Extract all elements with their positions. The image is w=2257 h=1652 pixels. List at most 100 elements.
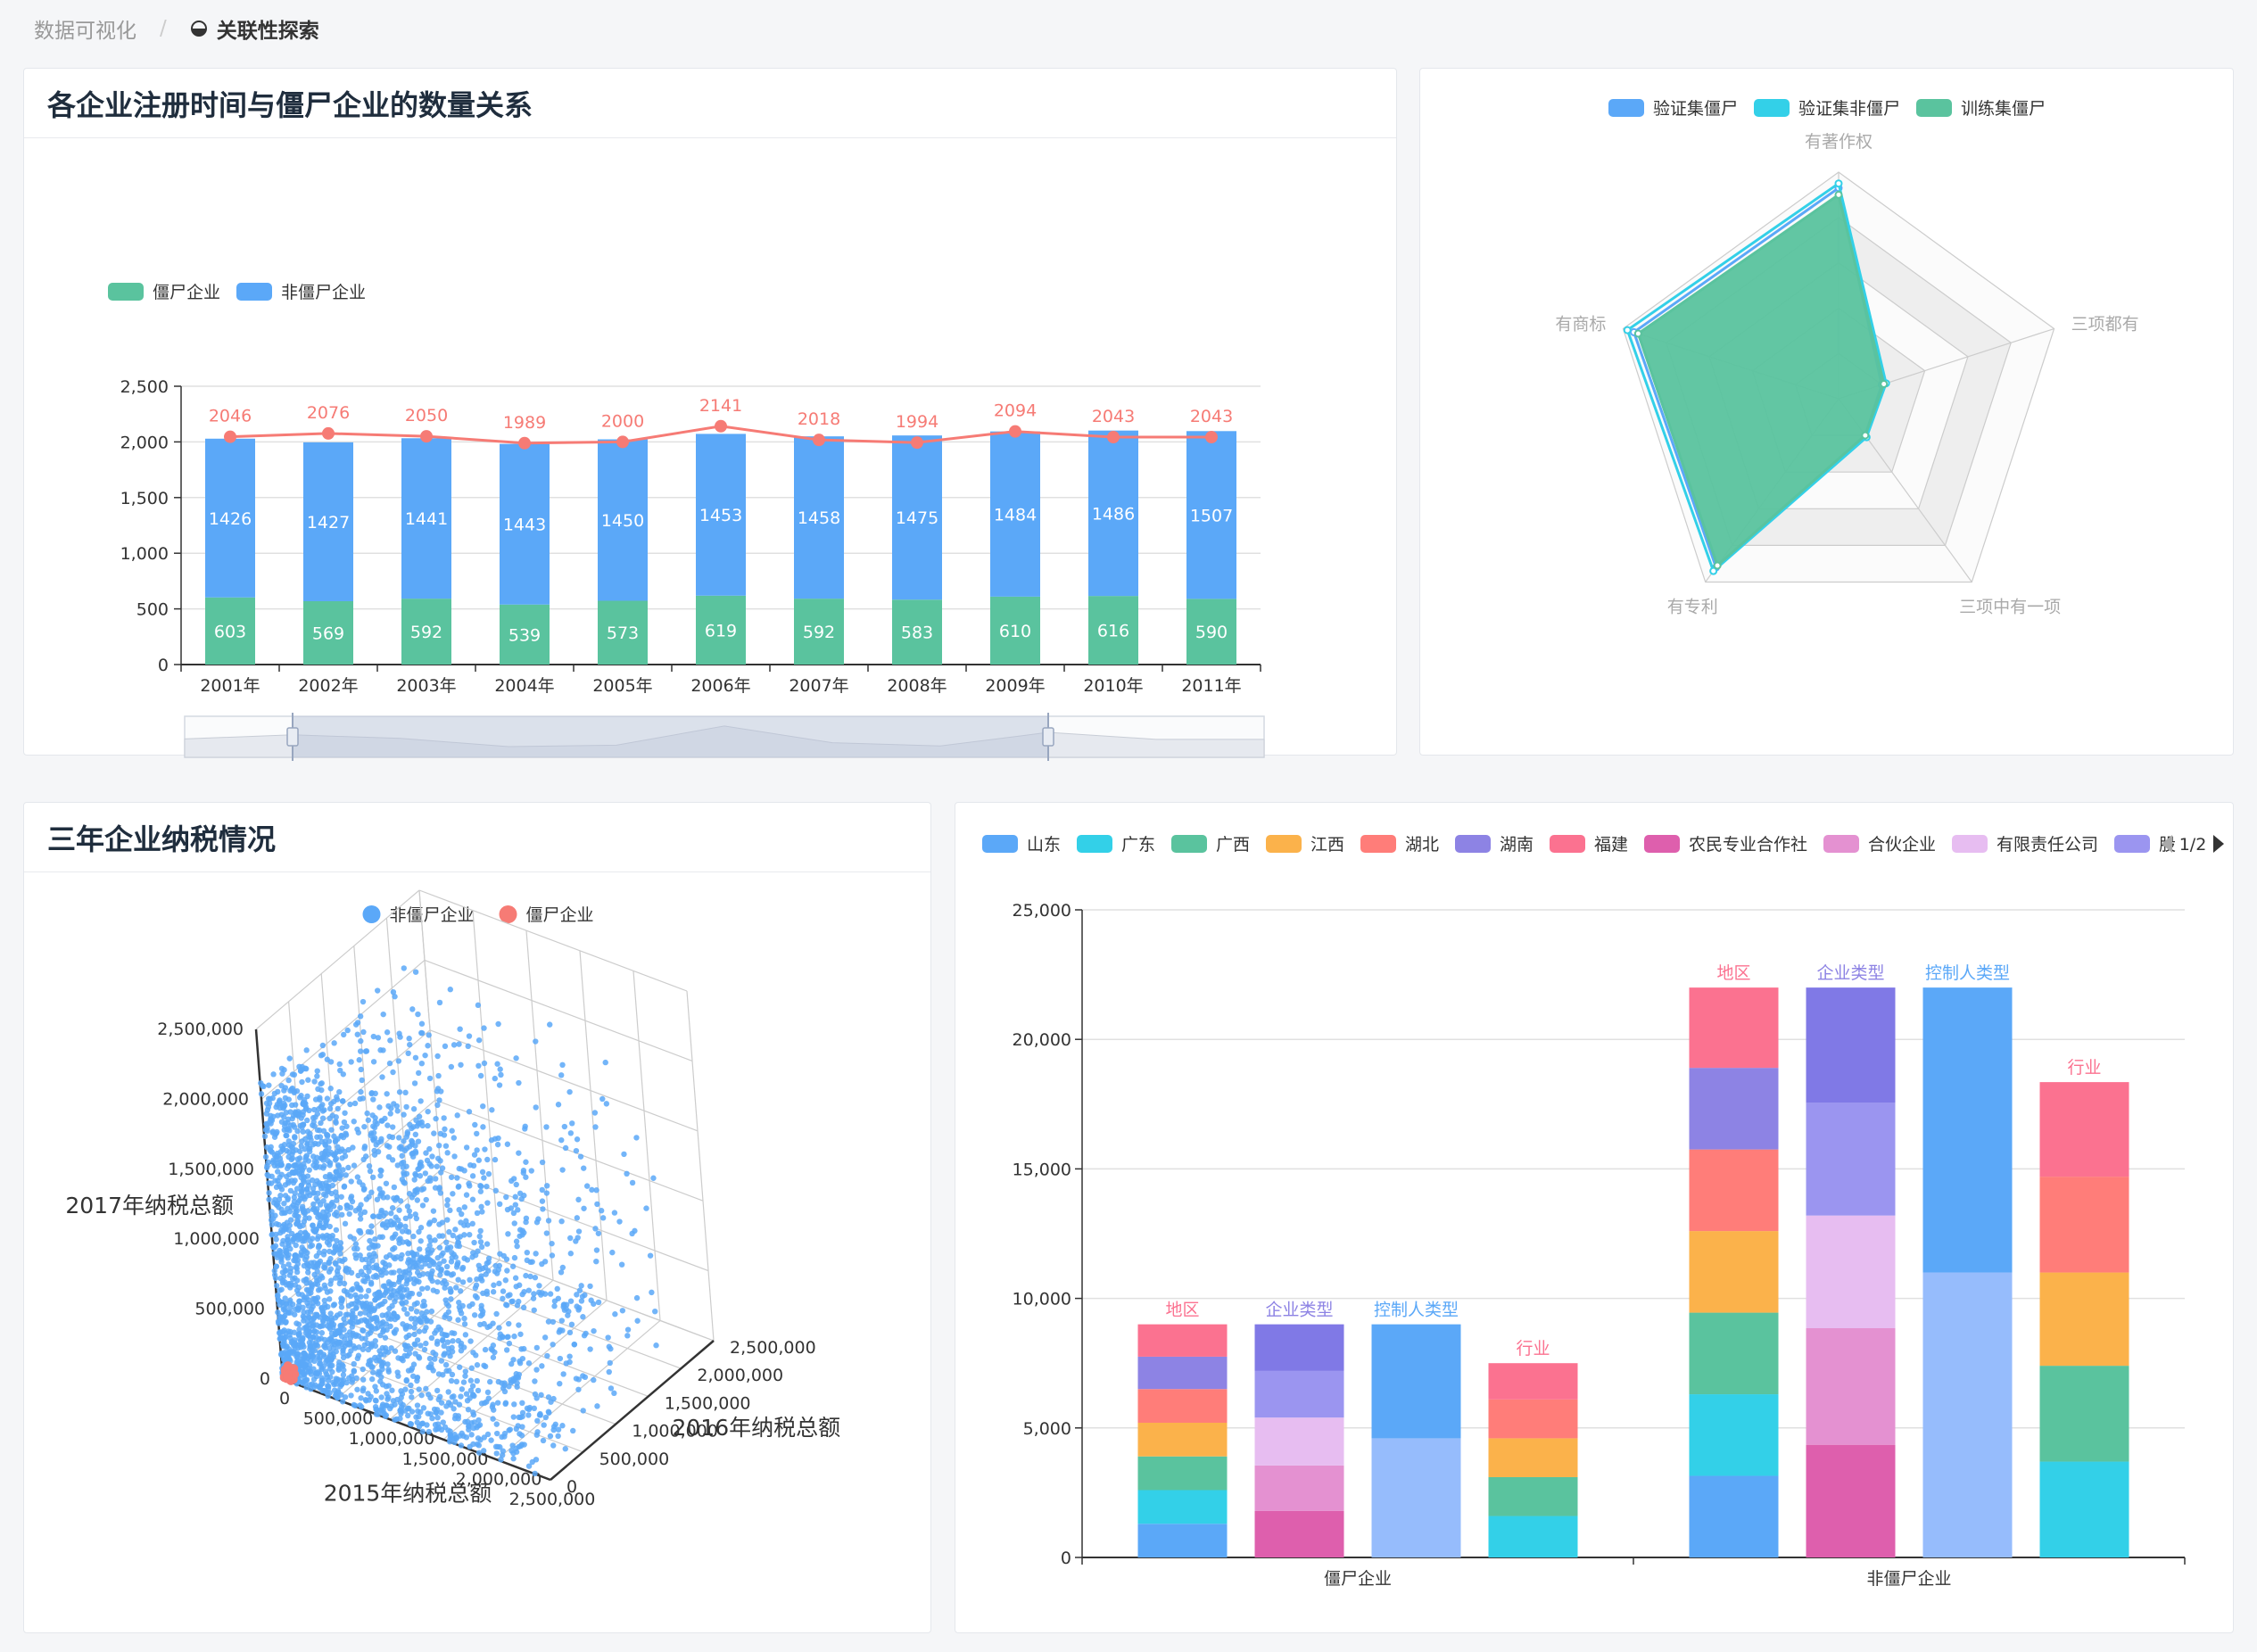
total-point[interactable] [616,435,629,449]
stack-1-0[interactable]: 地区 [1689,963,1779,1557]
stack-segment[interactable] [1922,1272,2013,1557]
stack-segment[interactable] [1689,1394,1779,1476]
radar-point[interactable] [1834,179,1843,188]
stack-segment[interactable] [1689,1068,1779,1150]
total-point[interactable] [1205,431,1218,444]
legend-item-radar-1[interactable]: 验证集非僵尸 [1754,99,1900,119]
stack-0-3[interactable]: 行业 [1488,1339,1578,1557]
stack-segment[interactable] [1922,987,2013,1273]
stack-segment[interactable] [1254,1370,1344,1418]
stack-0-1[interactable]: 企业类型 [1254,1301,1344,1557]
total-point[interactable] [1107,431,1120,444]
stack-segment[interactable] [1371,1438,1461,1557]
legend-item-stacked-5[interactable]: 湖南 [1455,835,1534,855]
legend-item-scatter-1[interactable]: 僵尸企业 [499,905,594,925]
stack-segment[interactable] [1137,1324,1228,1357]
legend-item-stacked-2[interactable]: 广西 [1171,835,1250,855]
stack-segment[interactable] [1371,1324,1461,1439]
legend-item-stacked-7[interactable]: 农民专业合作社 [1644,835,1807,855]
stack-segment[interactable] [1806,1103,1896,1216]
stack-0-2[interactable]: 控制人类型 [1371,1301,1461,1557]
stack-segment[interactable] [1137,1456,1228,1491]
data-zoom-slider[interactable] [184,713,1265,761]
stack-segment[interactable] [1137,1422,1228,1457]
radar-point[interactable] [1861,431,1870,440]
total-point[interactable] [715,419,727,433]
stack-segment[interactable] [1806,987,1896,1103]
legend-item-stacked-4[interactable]: 湖北 [1360,835,1439,855]
breadcrumb-root[interactable]: 数据可视化 [34,13,136,44]
legend-item-radar-2[interactable]: 训练集僵尸 [1916,99,2046,119]
legend-item-stacked-0[interactable]: 山东 [982,835,1061,855]
stack-segment[interactable] [1254,1465,1344,1511]
stack-segment[interactable] [1488,1438,1578,1477]
stack-segment[interactable] [2039,1272,2129,1367]
stack-segment[interactable] [2039,1461,2129,1557]
stack-segment[interactable] [1806,1215,1896,1328]
legend-item-stacked-1[interactable]: 广东 [1077,835,1155,855]
stack-1-3[interactable]: 行业 [2039,1058,2129,1557]
stack-segment[interactable] [1254,1417,1344,1466]
y-tick-label: 15,000 [1013,1160,1071,1179]
legend-item-radar-0[interactable]: 验证集僵尸 [1608,99,1738,119]
radar-point[interactable] [1633,329,1642,338]
scatter-point [289,1071,296,1078]
stack-segment[interactable] [1488,1476,1578,1516]
stack-1-2[interactable]: 控制人类型 [1922,963,2013,1557]
legend-item-scatter-0[interactable]: 非僵尸企业 [362,905,475,925]
total-point[interactable] [911,436,923,450]
stack-segment[interactable] [1689,987,1779,1069]
radar-point[interactable] [1623,326,1632,335]
radar-point[interactable] [1713,561,1722,570]
radar-point[interactable] [1880,380,1889,389]
total-point[interactable] [1009,425,1021,438]
legend-pager[interactable]: 1/2 [2162,835,2224,855]
scatter-point [350,1285,356,1293]
stack-segment[interactable] [1806,1327,1896,1445]
stack-segment[interactable] [2039,1366,2129,1462]
radar-point[interactable] [1834,190,1843,199]
stack-segment[interactable] [1137,1389,1228,1423]
stack-segment[interactable] [1137,1356,1228,1390]
scatter-3d-chart[interactable]: 非僵尸企业 僵尸企业 0 500,000 1,000,000 1,500,000 2,000… [24,872,932,1634]
legend-item-non-zombie[interactable]: 非僵尸企业 [236,283,366,302]
zoom-handle-right[interactable] [1042,727,1054,747]
legend-item-stacked-8[interactable]: 合伙企业 [1823,835,1936,855]
total-point[interactable] [813,434,825,447]
total-point[interactable] [420,430,433,443]
stack-segment[interactable] [1137,1524,1228,1557]
radar-chart[interactable]: 验证集僵尸 验证集非僵尸 训练集僵尸有著作权三项都有三项中有一项 有专利 有商标 [1420,69,2235,756]
stack-segment[interactable] [2039,1177,2129,1273]
stack-segment[interactable] [1689,1312,1779,1395]
stack-segment[interactable] [1488,1516,1578,1557]
scatter-point [558,1317,566,1324]
stack-segment[interactable] [1689,1149,1779,1232]
stack-0-0[interactable]: 地区 [1137,1301,1228,1557]
total-point[interactable] [322,426,335,440]
total-point[interactable] [224,430,236,443]
legend-item-stacked-6[interactable]: 福建 [1550,835,1628,855]
scatter-points-non-zombie[interactable] [258,965,659,1477]
scatter-point [463,1192,470,1198]
stack-segment[interactable] [1689,1475,1779,1557]
stack-segment[interactable] [1137,1490,1228,1524]
legend-item-zombie[interactable]: 僵尸企业 [108,283,220,302]
scatter-point [524,1405,531,1412]
zoom-handle-left[interactable] [286,727,299,747]
stack-segment[interactable] [2039,1082,2129,1177]
stack-segment[interactable] [1806,1444,1896,1557]
legend-next-icon[interactable] [2213,835,2224,853]
total-point[interactable] [518,436,531,450]
bar-chart[interactable]: 僵尸企业 非僵尸企业 0 500 1,000 1,500 2,000 2,500 603 1426… [24,138,1398,761]
stack-segment[interactable] [1488,1363,1578,1400]
legend-item-stacked-3[interactable]: 江西 [1266,835,1344,855]
scatter-point [409,1373,417,1379]
stack-segment[interactable] [1254,1324,1344,1371]
stack-1-1[interactable]: 企业类型 [1806,963,1896,1557]
zoom-selection[interactable] [293,716,1048,757]
stack-segment[interactable] [1689,1231,1779,1313]
stack-segment[interactable] [1254,1510,1344,1557]
stack-segment[interactable] [1488,1399,1578,1439]
legend-item-stacked-9[interactable]: 有限责任公司 [1952,835,2098,855]
stacked-bar-chart[interactable]: 山东广东广西江西湖北湖南福建农民专业合作社合伙企业有限责任公司股1/205,00… [955,803,2235,1634]
